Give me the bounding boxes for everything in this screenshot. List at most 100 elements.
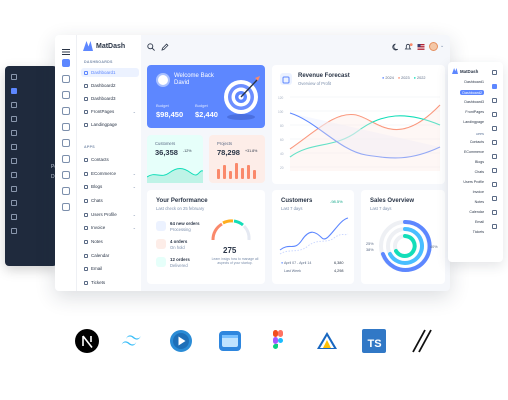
chevron-down-icon: ⌄ [132, 184, 136, 189]
typescript-label: TS [367, 338, 381, 350]
sidebar-item-dashboard2[interactable]: Dashboard2 [81, 81, 139, 90]
sidebar-item-label: Landingpage [91, 122, 118, 127]
sidebar-item-landingpage[interactable]: Landingpage [81, 120, 139, 129]
rail-forms-icon[interactable] [62, 107, 70, 115]
avatar[interactable] [429, 42, 438, 51]
rp-item[interactable]: Dashboard1 [464, 80, 484, 84]
rp-item[interactable]: FrontPages [465, 110, 484, 114]
rp-item[interactable]: Landingpage [463, 120, 484, 124]
tile-value: 36,358 [155, 148, 178, 157]
rp-item[interactable]: Blogs [475, 160, 484, 164]
chat-icon [84, 198, 88, 203]
form-icon[interactable] [492, 154, 497, 159]
sidebar-item-tickets[interactable]: Tickets [81, 278, 139, 287]
rail-icons-icon[interactable] [62, 203, 70, 211]
donut-label: 38% [366, 248, 374, 252]
shadcn-logo-icon [412, 329, 432, 353]
pause-icon [156, 239, 166, 249]
tick-label: 80 [280, 124, 284, 128]
tile-label: Projects [217, 141, 233, 146]
apps-icon [11, 102, 17, 108]
legend-item: ● 2023 [397, 76, 410, 80]
donut-label: 40% [430, 245, 438, 249]
tile-label: Customers [155, 141, 176, 146]
typescript-logo-icon: TS [362, 329, 386, 353]
brand[interactable]: MatDash [83, 41, 125, 51]
settings-icon[interactable] [492, 210, 497, 215]
revenue-subtitle: Overview of Profit [298, 81, 332, 86]
tile-change: -12% [183, 149, 192, 153]
sidebar-item-label: Contacts [91, 157, 109, 162]
rail-widgets-icon[interactable] [62, 171, 70, 179]
sidebar-item-frontpages[interactable]: FrontPages ⌄ [81, 107, 139, 116]
rp-item[interactable]: Contacts [470, 140, 484, 144]
search-icon[interactable] [147, 43, 155, 51]
user-icon[interactable] [492, 168, 497, 173]
widget-icon[interactable] [492, 182, 497, 187]
sidebar-item-label: Chats [91, 198, 103, 203]
rail-apps-icon[interactable] [62, 75, 70, 83]
customers-card: Customers -98.5% Last 7 days ● April 07 … [272, 190, 354, 284]
rp-item[interactable]: Invoice [473, 190, 484, 194]
sales-donut-chart [379, 219, 432, 272]
edit-icon[interactable] [161, 43, 169, 51]
rp-item[interactable]: Calendar [469, 210, 484, 214]
rp-item[interactable]: Tickets [473, 230, 484, 234]
sidebar-item-label: Notes [91, 239, 103, 244]
figma-logo-icon [273, 330, 283, 349]
rp-item[interactable]: Notes [475, 200, 484, 204]
sidebar-item-ecommerce[interactable]: ECommerce ⌄ [81, 169, 139, 178]
welcome-card: Welcome Back David Budget $98,450 Budget… [147, 65, 265, 128]
sidebar-item-dashboard1[interactable]: Dashboard1 [81, 68, 139, 77]
sidebar-item-contacts[interactable]: Contacts [81, 155, 139, 164]
dashboard-icon[interactable] [492, 84, 497, 89]
user-icon [84, 212, 88, 217]
legend-row-value: 6,380 [334, 261, 344, 265]
sidebar-item-notes[interactable]: Notes [81, 237, 139, 246]
rp-item[interactable]: Email [475, 220, 484, 224]
rp-item[interactable]: Users Profile [463, 180, 484, 184]
sidebar-item-invoice[interactable]: Invoice ⌄ [81, 223, 139, 232]
flag-icon[interactable] [417, 43, 425, 51]
rp-item[interactable]: ECommerce [464, 150, 484, 154]
rp-item-active[interactable]: Dashboard2 [460, 90, 484, 95]
moon-icon[interactable] [392, 43, 400, 51]
sidebar-item-email[interactable]: Email [81, 264, 139, 273]
bell-icon[interactable] [404, 43, 413, 51]
chevron-down-icon[interactable]: ⌄ [440, 43, 444, 49]
apps-icon[interactable] [492, 98, 497, 103]
page-icon[interactable] [492, 112, 497, 117]
dark-preview-panel: Pe D [5, 66, 57, 266]
help-icon[interactable] [492, 224, 497, 229]
rail-auth-icon[interactable] [62, 187, 70, 195]
topbar: ⌄ [141, 35, 450, 59]
welcome-line2: David [174, 80, 190, 86]
rail-pages-icon[interactable] [62, 91, 70, 99]
rail-charts-icon[interactable] [62, 139, 70, 147]
perf-item-value: 4 orders [170, 239, 188, 244]
rail-ui-icon[interactable] [62, 155, 70, 163]
layers-icon[interactable] [492, 196, 497, 201]
sidebar-item-dashboard3[interactable]: Dashboard3 [81, 94, 139, 103]
gauge-value: 275 [223, 246, 237, 255]
tick-label: 120 [278, 96, 284, 100]
sidebar-item-chats[interactable]: Chats [81, 196, 139, 205]
rp-item[interactable]: Chats [475, 170, 484, 174]
dashboard-icon [84, 70, 88, 75]
rail-tables-icon[interactable] [62, 123, 70, 131]
dashboard-window: MatDash DASHBOARDS Dashboard1 Dashboard2… [55, 35, 450, 291]
vuetify-logo-icon [317, 332, 337, 349]
sidebar-item-users-profile[interactable]: Users Profile ⌄ [81, 210, 139, 219]
table-icon[interactable] [492, 140, 497, 145]
rail-dashboard-icon[interactable] [62, 59, 70, 67]
chart-icon[interactable] [492, 126, 497, 131]
legend-row-label: ● April 07 - April 14 [281, 261, 312, 265]
rp-item[interactable]: Dashboard3 [464, 100, 484, 104]
perf-item-value: 64 new orders [170, 221, 200, 226]
menu-icon[interactable] [492, 70, 497, 75]
sidebar-item-blogs[interactable]: Blogs ⌄ [81, 182, 139, 191]
sidebar-item-calendar[interactable]: Calendar [81, 251, 139, 260]
hamburger-icon[interactable] [62, 43, 70, 55]
perf-item-value: 12 orders [170, 257, 190, 262]
budget-value: $98,450 [156, 110, 184, 119]
